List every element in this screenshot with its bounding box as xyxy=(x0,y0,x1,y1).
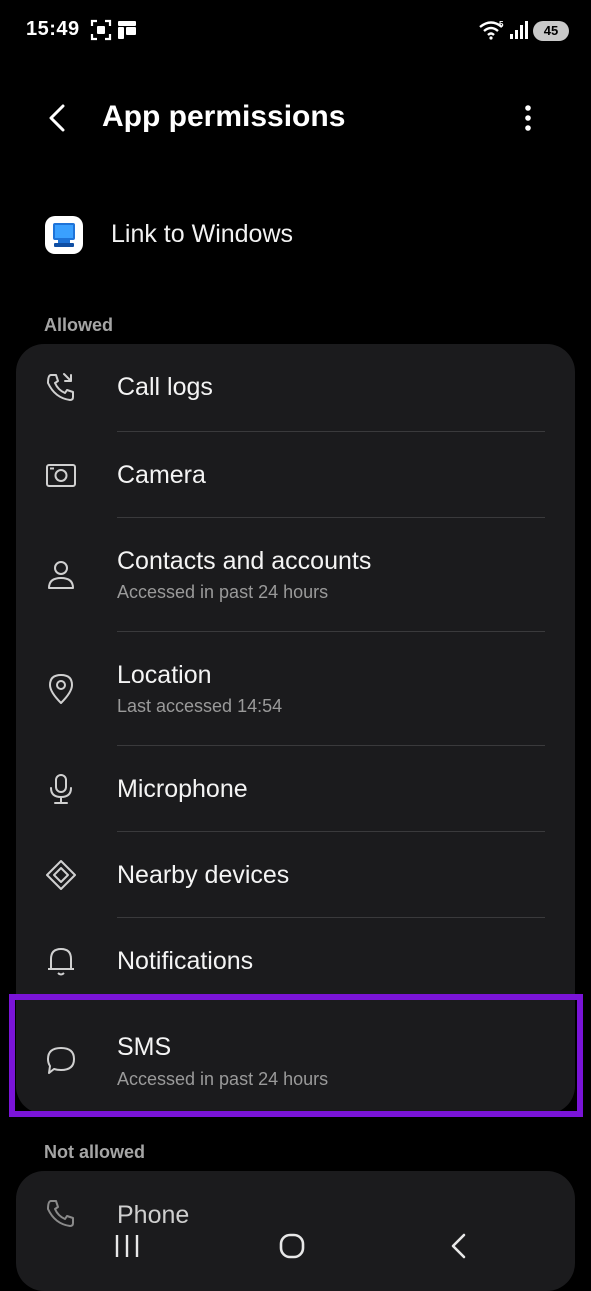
location-pin-icon xyxy=(44,672,78,706)
permission-item-microphone[interactable]: Microphone xyxy=(16,746,575,832)
signal-icon xyxy=(509,19,529,46)
device-icon xyxy=(116,19,138,46)
app-name: Link to Windows xyxy=(111,220,294,248)
more-vert-icon xyxy=(525,105,531,131)
bell-icon xyxy=(44,944,78,978)
status-bar: 15:49 5 45 xyxy=(0,0,591,64)
permission-label: Camera xyxy=(117,461,206,489)
nav-back-button[interactable] xyxy=(434,1226,482,1266)
microphone-icon xyxy=(44,772,78,806)
home-button[interactable] xyxy=(268,1226,316,1266)
svg-text:5: 5 xyxy=(499,20,504,29)
wifi-icon: 5 xyxy=(478,19,506,46)
recents-button[interactable] xyxy=(103,1226,151,1266)
page-title: App permissions xyxy=(102,100,346,133)
more-options-button[interactable] xyxy=(511,98,545,138)
permission-item-nearby-devices[interactable]: Nearby devices xyxy=(16,832,575,918)
permission-label: Location xyxy=(117,661,212,689)
link-to-windows-icon xyxy=(45,216,83,254)
back-button[interactable] xyxy=(38,98,78,138)
home-icon xyxy=(279,1233,305,1259)
permission-label: Microphone xyxy=(117,775,248,803)
sms-highlight-frame xyxy=(9,994,583,1117)
permission-label: Call logs xyxy=(117,373,213,401)
recents-icon xyxy=(115,1235,139,1257)
permission-label: Notifications xyxy=(117,947,254,975)
person-icon xyxy=(44,558,78,592)
permission-subtitle: Accessed in past 24 hours xyxy=(117,582,329,602)
back-icon xyxy=(451,1233,466,1259)
permission-item-location[interactable]: Location Last accessed 14:54 xyxy=(16,632,575,746)
camera-icon xyxy=(44,458,78,492)
app-header: Link to Windows xyxy=(0,204,591,272)
permission-item-call-logs[interactable]: Call logs xyxy=(16,344,575,432)
call-log-icon xyxy=(44,370,78,404)
navigation-bar xyxy=(0,1222,591,1280)
nearby-devices-icon xyxy=(44,858,78,892)
permission-label: Nearby devices xyxy=(117,861,290,889)
app-bar: App permissions xyxy=(0,80,591,156)
status-time: 15:49 xyxy=(26,18,80,40)
section-label-not-allowed: Not allowed xyxy=(44,1142,146,1162)
section-label-allowed: Allowed xyxy=(44,315,114,335)
permission-item-notifications[interactable]: Notifications xyxy=(16,918,575,1004)
back-arrow-icon xyxy=(49,104,65,132)
permission-label: Contacts and accounts xyxy=(117,547,372,575)
permission-item-contacts[interactable]: Contacts and accounts Accessed in past 2… xyxy=(16,518,575,631)
battery-indicator: 45 xyxy=(533,21,569,41)
screenshot-icon xyxy=(90,19,112,46)
permission-subtitle: Last accessed 14:54 xyxy=(117,696,283,716)
permission-item-camera[interactable]: Camera xyxy=(16,432,575,518)
